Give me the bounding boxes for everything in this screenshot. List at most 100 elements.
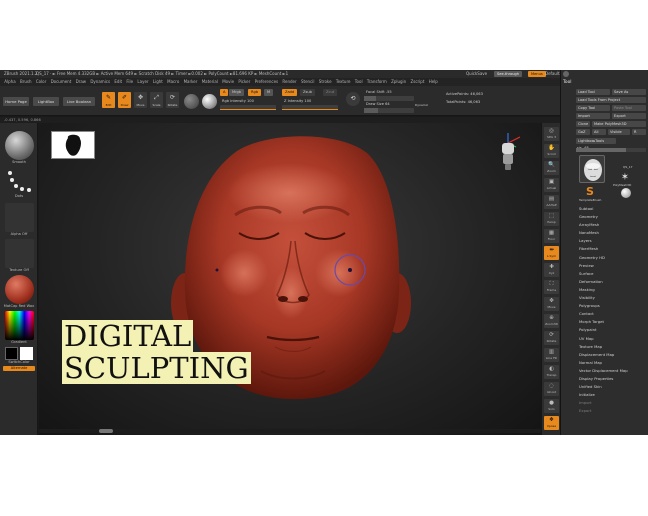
tool-palette-title[interactable]: Tool — [563, 79, 647, 86]
aahalf-button[interactable]: ▤ AAHalf — [544, 195, 559, 209]
color-picker[interactable]: Gradient — [3, 311, 35, 344]
menu-draw[interactable]: Draw — [76, 78, 86, 86]
subpalette-unified-skin[interactable]: Unified Skin — [579, 383, 647, 391]
r-button[interactable]: R — [632, 129, 646, 135]
stroke-slot[interactable]: Dots — [3, 169, 35, 198]
mrgb-toggle[interactable]: Mrgb — [229, 89, 245, 96]
live-boolean-button[interactable]: Live Boolean — [63, 97, 95, 106]
paste-tool-button[interactable]: Paste Tool — [612, 105, 646, 111]
quicksave-button[interactable]: QuickSave — [466, 70, 487, 78]
move-view-button[interactable]: ✥ Move — [544, 297, 559, 311]
edit-tool-button[interactable]: ✎ Edit — [102, 92, 115, 108]
spix-button[interactable]: ◎ SPix 3 — [544, 127, 559, 141]
menu-tool[interactable]: Tool — [355, 78, 363, 86]
canvas-viewport[interactable]: DIGITAL SCULPTING — [39, 123, 541, 435]
menu-dynamics[interactable]: Dynamics — [90, 78, 110, 86]
subpalette-geometry-hd[interactable]: Geometry HD — [579, 254, 647, 262]
horizontal-scrollbar[interactable] — [39, 429, 541, 433]
subpalette-vector-displacement-map[interactable]: Vector Displacement Map — [579, 367, 647, 375]
main-color-swatch[interactable] — [5, 347, 18, 360]
menu-transform[interactable]: Transform — [367, 78, 387, 86]
subpalette-displacement-map[interactable]: Displacement Map — [579, 351, 647, 359]
subpalette-nanomesh[interactable]: NanoMesh — [579, 229, 647, 237]
m-toggle[interactable]: M — [264, 89, 274, 96]
make-polymesh-button[interactable]: Make PolyMesh3D — [592, 121, 646, 127]
menu-macro[interactable]: Macro — [167, 78, 179, 86]
move-tool-button[interactable]: ✥ Move — [134, 92, 147, 108]
subpalette-deformation[interactable]: Deformation — [579, 278, 647, 286]
menu-picker[interactable]: Picker — [238, 78, 250, 86]
solo-button[interactable]: ● Solo — [544, 399, 559, 413]
menu-zplugin[interactable]: Zplugin — [391, 78, 406, 86]
menu-zscript[interactable]: Zscript — [411, 78, 425, 86]
subpalette-import-dim[interactable]: Import — [579, 399, 647, 407]
subpalette-arraymesh[interactable]: ArrayMesh — [579, 221, 647, 229]
draw-tool-button[interactable]: ✐ Draw — [118, 92, 131, 108]
subpalette-uv-map[interactable]: UV Map — [579, 335, 647, 343]
rotate-view-button[interactable]: ⟳ Rotate — [544, 331, 559, 345]
subpalette-display-properties[interactable]: Display Properties — [579, 375, 647, 383]
menu-render[interactable]: Render — [282, 78, 296, 86]
lsym-button[interactable]: ⇹ L.Sym — [544, 246, 559, 260]
persp-button[interactable]: ⬚ Persp — [544, 212, 559, 226]
scroll-button[interactable]: ✋ Scroll — [544, 144, 559, 158]
dynamic-toggle[interactable]: Dynamic — [415, 103, 428, 108]
menu-alpha[interactable]: Alpha — [4, 78, 15, 86]
menu-texture[interactable]: Texture — [336, 78, 351, 86]
rgb-toggle[interactable]: Rgb — [248, 89, 262, 96]
zsub-toggle[interactable]: Zsub — [300, 89, 315, 96]
copy-tool-button[interactable]: Copy Tool — [576, 105, 610, 111]
menu-preferences[interactable]: Preferences — [255, 78, 279, 86]
goz-button[interactable]: GoZ — [576, 129, 590, 135]
texture-slot[interactable]: Texture Off — [3, 239, 35, 272]
see-through-slider[interactable]: See-through — [494, 71, 523, 77]
menu-marker[interactable]: Marker — [184, 78, 198, 86]
menu-movie[interactable]: Movie — [222, 78, 234, 86]
floor-button[interactable]: ▦ Floor — [544, 229, 559, 243]
frame-button[interactable]: ⛶ Frame — [544, 280, 559, 294]
material-slot[interactable]: MatCap Red Wax — [3, 275, 35, 308]
brush-slot[interactable]: Smooth — [3, 131, 35, 164]
zadd-toggle[interactable]: Zadd — [282, 89, 298, 96]
clone-button[interactable]: Clone — [576, 121, 590, 127]
menu-file[interactable]: File — [126, 78, 133, 86]
current-tool-thumb[interactable] — [579, 155, 605, 183]
subpalette-fibermesh[interactable]: FiberMesh — [579, 245, 647, 253]
a-toggle[interactable]: A — [220, 89, 229, 96]
sphere-tool-icon[interactable] — [621, 188, 631, 198]
menu-stencil[interactable]: Stencil — [301, 78, 315, 86]
material-sphere-icon[interactable] — [202, 94, 217, 109]
subpalette-initialize[interactable]: Initialize — [579, 391, 647, 399]
subpalette-surface[interactable]: Surface — [579, 270, 647, 278]
tool-slider[interactable] — [576, 148, 646, 152]
zcut-toggle[interactable]: Zcut — [323, 89, 338, 96]
alternate-toggle[interactable]: Alternate — [3, 366, 35, 371]
export-button[interactable]: Export — [612, 113, 646, 119]
secondary-color-swatch[interactable] — [20, 347, 33, 360]
rgb-intensity-label[interactable]: Rgb Intensity 100 — [222, 99, 254, 104]
transp-button[interactable]: ◐ Transp — [544, 365, 559, 379]
menu-material[interactable]: Material — [202, 78, 218, 86]
alpha-slot[interactable]: Alpha Off — [3, 203, 35, 236]
import-button[interactable]: Import — [576, 113, 610, 119]
draw-size-label[interactable]: Draw Size 64 — [366, 102, 390, 107]
rotate-tool-button[interactable]: ⟳ Rotate — [166, 92, 179, 108]
menu-brush[interactable]: Brush — [20, 78, 32, 86]
subpalette-contact[interactable]: Contact — [579, 310, 647, 318]
all-button[interactable]: All — [592, 129, 606, 135]
subpalette-normal-map[interactable]: Normal Map — [579, 359, 647, 367]
subpalette-morph-target[interactable]: Morph Target — [579, 318, 647, 326]
scale-tool-button[interactable]: ⤢ Scale — [150, 92, 163, 108]
subpalette-polypaint[interactable]: Polypaint — [579, 326, 647, 334]
subpalette-polygroups[interactable]: Polygroups — [579, 302, 647, 310]
zoom-button[interactable]: 🔍 Zoom — [544, 161, 559, 175]
load-tools-from-project-button[interactable]: Load Tools From Project — [576, 97, 646, 103]
ghost-button[interactable]: ◌ Ghost — [544, 382, 559, 396]
z-intensity-slider[interactable] — [282, 105, 338, 110]
template-brush-icon[interactable]: S — [583, 185, 597, 199]
menu-help[interactable]: Help — [429, 78, 438, 86]
z-intensity-label[interactable]: Z Intensity 100 — [284, 99, 311, 104]
spotlight-icon[interactable]: ⟲ — [346, 92, 360, 106]
xyz-button[interactable]: ✚ Xyz — [544, 263, 559, 277]
actual-button[interactable]: ▣ Actual — [544, 178, 559, 192]
